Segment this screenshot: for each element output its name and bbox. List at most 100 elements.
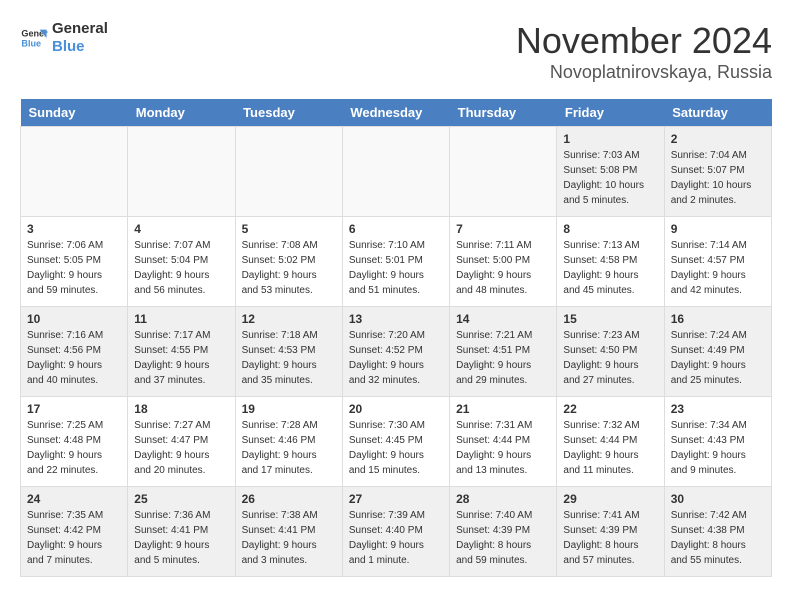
day-number: 3 [27,222,121,236]
day-cell [128,127,235,217]
day-number: 18 [134,402,228,416]
day-cell: 24 Sunrise: 7:35 AM Sunset: 4:42 PM Dayli… [21,487,128,577]
day-cell: 15 Sunrise: 7:23 AM Sunset: 4:50 PM Dayli… [557,307,664,397]
day-cell: 30Sunrise: 7:42 AM Sunset: 4:38 PM Dayli… [664,487,771,577]
day-number: 9 [671,222,765,236]
day-cell: 25 Sunrise: 7:36 AM Sunset: 4:41 PM Dayli… [128,487,235,577]
day-info: Sunrise: 7:11 AM Sunset: 5:00 PM Dayligh… [456,238,550,298]
day-number: 24 [27,492,121,506]
day-cell: 10 Sunrise: 7:16 AM Sunset: 4:56 PM Dayli… [21,307,128,397]
day-number: 13 [349,312,443,326]
day-number: 10 [27,312,121,326]
header-friday: Friday [557,99,664,127]
day-info: Sunrise: 7:31 AM Sunset: 4:44 PM Dayligh… [456,418,550,478]
day-number: 19 [242,402,336,416]
day-cell: 6Sunrise: 7:10 AM Sunset: 5:01 PM Daylig… [342,217,449,307]
day-cell: 29 Sunrise: 7:41 AM Sunset: 4:39 PM Dayli… [557,487,664,577]
day-cell: 26Sunrise: 7:38 AM Sunset: 4:41 PM Dayli… [235,487,342,577]
day-info: Sunrise: 7:25 AM Sunset: 4:48 PM Dayligh… [27,418,121,478]
day-info: Sunrise: 7:21 AM Sunset: 4:51 PM Dayligh… [456,328,550,388]
day-cell: 11 Sunrise: 7:17 AM Sunset: 4:55 PM Dayli… [128,307,235,397]
day-cell: 1 Sunrise: 7:03 AM Sunset: 5:08 PM Daylig… [557,127,664,217]
day-info: Sunrise: 7:36 AM Sunset: 4:41 PM Dayligh… [134,508,228,568]
day-cell: 18 Sunrise: 7:27 AM Sunset: 4:47 PM Dayli… [128,397,235,487]
day-number: 23 [671,402,765,416]
day-number: 25 [134,492,228,506]
day-info: Sunrise: 7:35 AM Sunset: 4:42 PM Dayligh… [27,508,121,568]
day-info: Sunrise: 7:23 AM Sunset: 4:50 PM Dayligh… [563,328,657,388]
day-info: Sunrise: 7:28 AM Sunset: 4:46 PM Dayligh… [242,418,336,478]
day-info: Sunrise: 7:24 AM Sunset: 4:49 PM Dayligh… [671,328,765,388]
day-info: Sunrise: 7:04 AM Sunset: 5:07 PM Dayligh… [671,148,765,208]
day-number: 26 [242,492,336,506]
day-info: Sunrise: 7:14 AM Sunset: 4:57 PM Dayligh… [671,238,765,298]
day-info: Sunrise: 7:13 AM Sunset: 4:58 PM Dayligh… [563,238,657,298]
day-number: 29 [563,492,657,506]
day-cell [342,127,449,217]
day-info: Sunrise: 7:34 AM Sunset: 4:43 PM Dayligh… [671,418,765,478]
header-sunday: Sunday [21,99,128,127]
day-cell: 17Sunrise: 7:25 AM Sunset: 4:48 PM Dayli… [21,397,128,487]
day-cell: 4 Sunrise: 7:07 AM Sunset: 5:04 PM Daylig… [128,217,235,307]
logo-icon: General Blue [20,24,48,52]
day-info: Sunrise: 7:41 AM Sunset: 4:39 PM Dayligh… [563,508,657,568]
location-title: Novoplatnirovskaya, Russia [516,62,772,83]
header-wednesday: Wednesday [342,99,449,127]
day-info: Sunrise: 7:27 AM Sunset: 4:47 PM Dayligh… [134,418,228,478]
title-area: November 2024 Novoplatnirovskaya, Russia [516,20,772,83]
logo-line1: General [52,20,108,38]
week-row-1: 3 Sunrise: 7:06 AM Sunset: 5:05 PM Daylig… [21,217,772,307]
header-row: SundayMondayTuesdayWednesdayThursdayFrid… [21,99,772,127]
header-thursday: Thursday [450,99,557,127]
day-cell: 27 Sunrise: 7:39 AM Sunset: 4:40 PM Dayli… [342,487,449,577]
day-number: 4 [134,222,228,236]
day-cell: 2 Sunrise: 7:04 AM Sunset: 5:07 PM Daylig… [664,127,771,217]
day-cell: 7Sunrise: 7:11 AM Sunset: 5:00 PM Daylig… [450,217,557,307]
week-row-2: 10 Sunrise: 7:16 AM Sunset: 4:56 PM Dayli… [21,307,772,397]
day-info: Sunrise: 7:20 AM Sunset: 4:52 PM Dayligh… [349,328,443,388]
day-info: Sunrise: 7:40 AM Sunset: 4:39 PM Dayligh… [456,508,550,568]
day-cell [21,127,128,217]
day-cell: 20Sunrise: 7:30 AM Sunset: 4:45 PM Dayli… [342,397,449,487]
week-row-3: 17Sunrise: 7:25 AM Sunset: 4:48 PM Dayli… [21,397,772,487]
header-tuesday: Tuesday [235,99,342,127]
day-number: 5 [242,222,336,236]
logo-line2: Blue [52,38,108,56]
day-info: Sunrise: 7:07 AM Sunset: 5:04 PM Dayligh… [134,238,228,298]
day-number: 27 [349,492,443,506]
logo: General Blue General Blue [20,20,108,56]
svg-text:Blue: Blue [21,38,41,48]
day-info: Sunrise: 7:39 AM Sunset: 4:40 PM Dayligh… [349,508,443,568]
week-row-4: 24 Sunrise: 7:35 AM Sunset: 4:42 PM Dayli… [21,487,772,577]
week-row-0: 1 Sunrise: 7:03 AM Sunset: 5:08 PM Daylig… [21,127,772,217]
day-cell: 16 Sunrise: 7:24 AM Sunset: 4:49 PM Dayli… [664,307,771,397]
day-cell: 12Sunrise: 7:18 AM Sunset: 4:53 PM Dayli… [235,307,342,397]
day-cell: 23 Sunrise: 7:34 AM Sunset: 4:43 PM Dayli… [664,397,771,487]
day-cell: 22Sunrise: 7:32 AM Sunset: 4:44 PM Dayli… [557,397,664,487]
day-cell: 19 Sunrise: 7:28 AM Sunset: 4:46 PM Dayli… [235,397,342,487]
day-info: Sunrise: 7:03 AM Sunset: 5:08 PM Dayligh… [563,148,657,208]
calendar-table: SundayMondayTuesdayWednesdayThursdayFrid… [20,99,772,577]
day-cell: 3 Sunrise: 7:06 AM Sunset: 5:05 PM Daylig… [21,217,128,307]
day-info: Sunrise: 7:10 AM Sunset: 5:01 PM Dayligh… [349,238,443,298]
day-info: Sunrise: 7:06 AM Sunset: 5:05 PM Dayligh… [27,238,121,298]
header-monday: Monday [128,99,235,127]
day-number: 1 [563,132,657,146]
month-title: November 2024 [516,20,772,62]
day-number: 15 [563,312,657,326]
day-info: Sunrise: 7:17 AM Sunset: 4:55 PM Dayligh… [134,328,228,388]
day-cell: 8Sunrise: 7:13 AM Sunset: 4:58 PM Daylig… [557,217,664,307]
day-info: Sunrise: 7:18 AM Sunset: 4:53 PM Dayligh… [242,328,336,388]
day-number: 2 [671,132,765,146]
day-info: Sunrise: 7:08 AM Sunset: 5:02 PM Dayligh… [242,238,336,298]
day-number: 11 [134,312,228,326]
day-number: 16 [671,312,765,326]
day-cell: 14Sunrise: 7:21 AM Sunset: 4:51 PM Dayli… [450,307,557,397]
day-cell [450,127,557,217]
day-cell: 9 Sunrise: 7:14 AM Sunset: 4:57 PM Daylig… [664,217,771,307]
day-number: 22 [563,402,657,416]
header: General Blue General Blue November 2024 … [20,20,772,83]
day-cell: 13 Sunrise: 7:20 AM Sunset: 4:52 PM Dayli… [342,307,449,397]
day-number: 21 [456,402,550,416]
day-info: Sunrise: 7:16 AM Sunset: 4:56 PM Dayligh… [27,328,121,388]
